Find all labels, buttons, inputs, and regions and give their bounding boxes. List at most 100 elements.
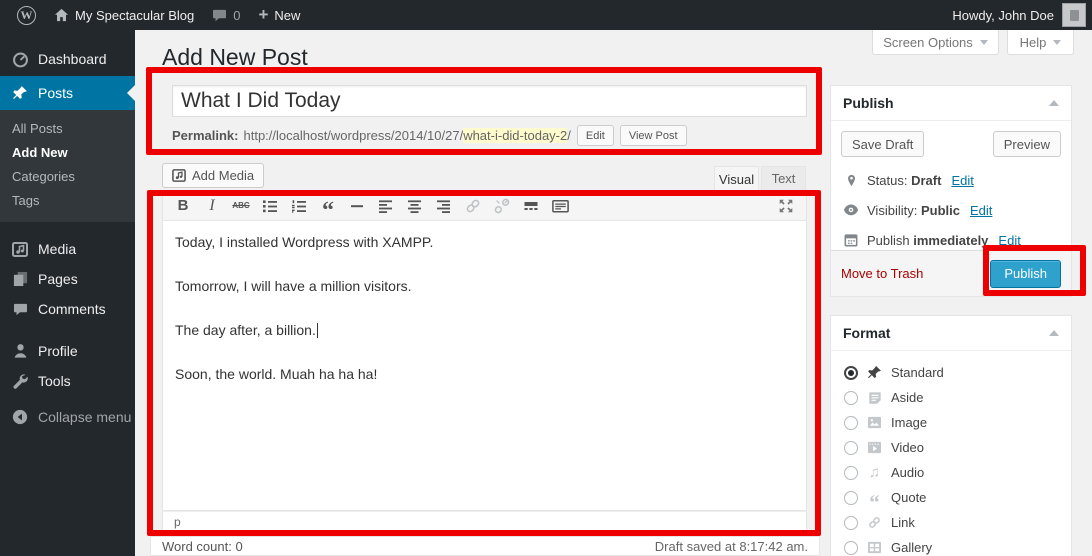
text-cursor	[317, 323, 318, 338]
sidebar-item-pages[interactable]: Pages	[0, 264, 135, 294]
permalink-url: http://localhost/wordpress/2014/10/27/	[243, 128, 463, 143]
link-icon[interactable]	[460, 194, 486, 218]
edit-schedule-link[interactable]: Edit	[998, 233, 1020, 248]
strikethrough-icon[interactable]: ABC	[228, 194, 254, 218]
collapse-toggle-icon[interactable]	[1049, 100, 1059, 106]
edit-visibility-link[interactable]: Edit	[970, 203, 992, 218]
add-media-button[interactable]: Add Media	[162, 163, 264, 188]
add-media-icon	[172, 169, 186, 182]
blockquote-icon[interactable]: “	[315, 194, 341, 218]
sidebar-item-dashboard[interactable]: Dashboard	[0, 42, 135, 76]
sidebar-item-media[interactable]: Media	[0, 234, 135, 264]
chevron-down-icon	[980, 40, 988, 45]
radio-unselected[interactable]	[844, 516, 858, 530]
horizontal-rule-icon[interactable]	[344, 194, 370, 218]
distraction-free-icon[interactable]	[773, 194, 799, 218]
publish-button[interactable]: Publish	[990, 260, 1061, 288]
submenu-categories[interactable]: Categories	[0, 165, 135, 189]
pages-icon	[11, 271, 29, 287]
radio-unselected[interactable]	[844, 491, 858, 505]
help-label: Help	[1020, 35, 1047, 50]
bold-icon[interactable]: B	[170, 194, 196, 218]
sidebar-item-label: Posts	[38, 85, 73, 101]
format-box-header[interactable]: Format	[831, 316, 1071, 351]
submenu-tags[interactable]: Tags	[0, 189, 135, 213]
sidebar-item-posts[interactable]: Posts	[0, 76, 135, 110]
collapse-menu-button[interactable]: Collapse menu	[0, 402, 135, 432]
page-title: Add New Post	[162, 44, 308, 71]
more-tag-icon[interactable]	[518, 194, 544, 218]
publish-box-header[interactable]: Publish	[831, 86, 1071, 121]
gallery-icon	[866, 541, 883, 554]
numbered-list-icon[interactable]	[286, 194, 312, 218]
screen-options-label: Screen Options	[883, 35, 973, 50]
comments-bubble-link[interactable]: 0	[203, 0, 249, 30]
edit-status-link[interactable]: Edit	[951, 173, 973, 188]
edit-permalink-button[interactable]: Edit	[577, 125, 614, 146]
quote-icon: “	[866, 491, 883, 505]
save-draft-button[interactable]: Save Draft	[841, 131, 924, 157]
element-path[interactable]: p	[174, 515, 181, 529]
format-option-standard[interactable]: Standard	[831, 360, 1071, 385]
dashboard-gauge-icon	[11, 51, 29, 68]
align-left-icon[interactable]	[373, 194, 399, 218]
tab-text[interactable]: Text	[761, 166, 806, 191]
calendar-icon	[843, 233, 859, 247]
sidebar-item-label: Tools	[38, 373, 71, 389]
howdy-account-link[interactable]: Howdy, John Doe	[952, 8, 1054, 23]
tab-visual[interactable]: Visual	[714, 166, 759, 191]
radio-unselected[interactable]	[844, 541, 858, 555]
toolbar-toggle-icon[interactable]	[547, 194, 573, 218]
new-content-menu[interactable]: + New	[249, 0, 309, 30]
permalink-row: Permalink: http://localhost/wordpress/20…	[172, 125, 687, 146]
audio-note-icon: ♫	[866, 466, 883, 480]
format-option-gallery[interactable]: Gallery	[831, 535, 1071, 556]
eye-icon	[843, 204, 859, 216]
radio-unselected[interactable]	[844, 416, 858, 430]
radio-selected[interactable]	[844, 366, 858, 380]
unlink-icon[interactable]	[489, 194, 515, 218]
comment-count: 0	[233, 8, 240, 23]
radio-unselected[interactable]	[844, 441, 858, 455]
format-option-aside[interactable]: Aside	[831, 385, 1071, 410]
word-count: Word count: 0	[162, 539, 243, 554]
sidebar-item-label: Dashboard	[38, 51, 107, 67]
submenu-add-new[interactable]: Add New	[0, 141, 135, 165]
editor-content[interactable]: Today, I installed Wordpress with XAMPP.…	[162, 221, 807, 511]
avatar-placeholder-icon	[1070, 10, 1079, 21]
radio-unselected[interactable]	[844, 391, 858, 405]
site-name-link[interactable]: My Spectacular Blog	[45, 0, 203, 30]
visual-editor: B I ABC “	[162, 190, 807, 533]
format-option-quote[interactable]: “ Quote	[831, 485, 1071, 510]
post-visibility-row: Visibility: Public Edit	[831, 195, 1071, 225]
italic-icon[interactable]: I	[199, 194, 225, 218]
post-status-info: Word count: 0 Draft saved at 8:17:42 am.	[150, 536, 820, 556]
post-title-input[interactable]	[172, 85, 807, 117]
collapse-toggle-icon[interactable]	[1049, 330, 1059, 336]
sidebar-item-comments[interactable]: Comments	[0, 294, 135, 324]
view-post-button[interactable]: View Post	[620, 125, 687, 146]
align-center-icon[interactable]	[402, 194, 428, 218]
format-option-audio[interactable]: ♫ Audio	[831, 460, 1071, 485]
avatar[interactable]	[1062, 3, 1086, 27]
site-name-label: My Spectacular Blog	[75, 8, 194, 23]
sidebar-item-tools[interactable]: Tools	[0, 366, 135, 396]
permalink-label: Permalink:	[172, 128, 238, 143]
move-to-trash-link[interactable]: Move to Trash	[841, 266, 923, 281]
sidebar-item-label: Profile	[38, 343, 78, 359]
radio-unselected[interactable]	[844, 466, 858, 480]
format-option-video[interactable]: Video	[831, 435, 1071, 460]
bullet-list-icon[interactable]	[257, 194, 283, 218]
chevron-down-icon	[1053, 40, 1061, 45]
permalink-slug[interactable]: what-i-did-today-2	[463, 128, 567, 143]
screen-options-tab[interactable]: Screen Options	[872, 30, 999, 55]
help-tab[interactable]: Help	[1007, 30, 1074, 55]
add-media-label: Add Media	[192, 168, 254, 183]
submenu-all-posts[interactable]: All Posts	[0, 117, 135, 141]
align-right-icon[interactable]	[431, 194, 457, 218]
sidebar-item-profile[interactable]: Profile	[0, 336, 135, 366]
format-option-link[interactable]: Link	[831, 510, 1071, 535]
format-option-image[interactable]: Image	[831, 410, 1071, 435]
wordpress-logo-menu[interactable]: W	[8, 0, 45, 30]
preview-button[interactable]: Preview	[993, 131, 1061, 157]
